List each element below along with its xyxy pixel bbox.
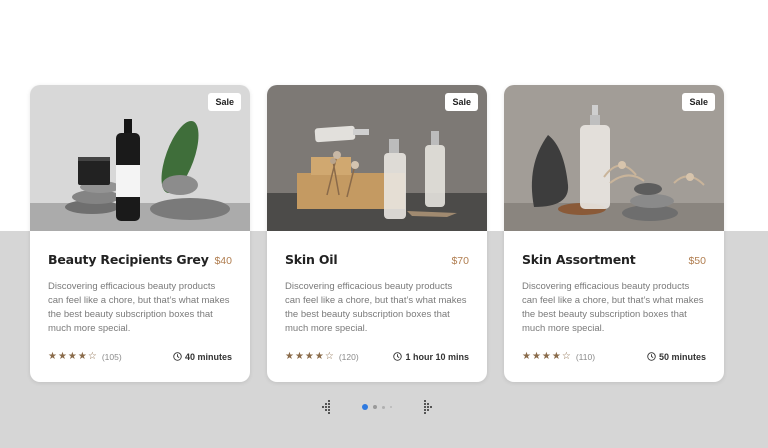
product-description: Discovering efficacious beauty products … [48, 281, 230, 334]
clock-icon [393, 352, 403, 361]
carousel-dot-4[interactable] [390, 406, 392, 408]
carousel-dot-2[interactable] [373, 405, 377, 409]
product-card[interactable]: Sale Skin Assortment $50 Discovering eff… [504, 85, 724, 382]
carousel-dot-1[interactable] [362, 404, 368, 410]
product-title[interactable]: Skin Oil [285, 252, 338, 267]
rating: ★★★★☆ (120) [285, 351, 359, 362]
product-price: $70 [451, 255, 469, 267]
product-title[interactable]: Beauty Recipients Grey [48, 252, 209, 267]
carousel-dot-3[interactable] [382, 405, 385, 409]
rating: ★★★★☆ (105) [48, 351, 122, 362]
product-description: Discovering efficacious beauty products … [522, 281, 704, 334]
duration: 40 minutes [173, 352, 232, 362]
duration-text: 50 minutes [658, 351, 706, 362]
review-count: (105) [101, 351, 122, 362]
previous-arrow-icon[interactable] [320, 399, 332, 415]
product-image[interactable]: Sale [30, 85, 250, 231]
next-arrow-icon[interactable] [422, 399, 434, 415]
product-image[interactable]: Sale [267, 85, 487, 231]
review-count: (120) [338, 351, 359, 362]
clock-icon [647, 352, 656, 361]
sale-badge: Sale [208, 93, 241, 111]
product-description: Discovering efficacious beauty products … [285, 281, 467, 334]
sale-badge: Sale [445, 93, 478, 111]
carousel-navigation [320, 398, 434, 416]
review-count: (110) [575, 351, 596, 362]
product-price: $40 [214, 255, 232, 267]
product-price: $50 [688, 255, 706, 267]
star-rating-icon: ★★★★☆ [48, 351, 98, 362]
product-image[interactable]: Sale [504, 85, 724, 231]
product-card-list: Sale Beauty Recipients Grey $40 Discover… [30, 85, 738, 382]
product-card[interactable]: Sale Beauty Recipients Grey $40 Discover… [30, 85, 250, 382]
duration: 1 hour 10 mins [393, 352, 469, 362]
rating: ★★★★☆ (110) [522, 351, 595, 362]
sale-badge: Sale [682, 93, 715, 111]
duration-text: 40 minutes [184, 351, 232, 362]
product-card[interactable]: Sale Skin Oil $70 Discovering efficaciou… [267, 85, 487, 382]
carousel-dots [362, 404, 392, 410]
clock-icon [173, 352, 182, 361]
star-rating-icon: ★★★★☆ [522, 351, 572, 362]
star-rating-icon: ★★★★☆ [285, 351, 335, 362]
duration-text: 1 hour 10 mins [405, 351, 469, 362]
product-title[interactable]: Skin Assortment [522, 252, 636, 267]
duration: 50 minutes [647, 352, 706, 362]
